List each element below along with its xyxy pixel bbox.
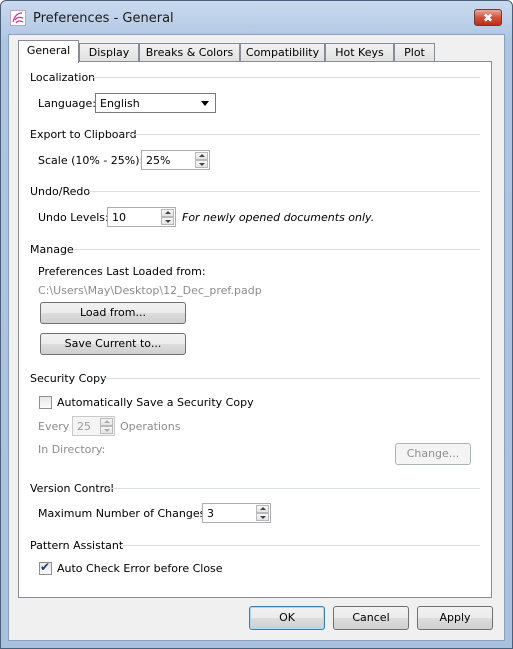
security-heading: Security Copy bbox=[30, 372, 107, 385]
spin-up-icon[interactable] bbox=[195, 152, 208, 160]
tab-label: Breaks & Colors bbox=[145, 46, 234, 59]
max-changesets-label: Maximum Number of Changesets bbox=[38, 507, 223, 520]
undo-levels-stepper[interactable]: 10 bbox=[107, 207, 176, 227]
section-divider bbox=[73, 249, 480, 250]
section-divider bbox=[89, 191, 480, 192]
tab-display[interactable]: Display bbox=[79, 43, 139, 62]
undo-levels-label: Undo Levels: bbox=[38, 211, 109, 224]
tab-label: General bbox=[26, 44, 71, 57]
section-divider bbox=[106, 488, 480, 489]
max-changesets-stepper[interactable]: 3 bbox=[202, 503, 271, 523]
directory-label: In Directory: bbox=[38, 443, 106, 456]
every-stepper[interactable]: 25 bbox=[72, 416, 115, 436]
localization-heading: Localization bbox=[30, 71, 96, 84]
export-heading: Export to Clipboard bbox=[30, 128, 137, 141]
section-divider bbox=[104, 378, 480, 379]
pattern-heading: Pattern Assistant bbox=[30, 539, 124, 552]
language-value: English bbox=[100, 97, 140, 110]
tab-breaks-colors[interactable]: Breaks & Colors bbox=[139, 43, 240, 62]
change-directory-button[interactable]: Change... bbox=[395, 443, 471, 465]
tab-label: Display bbox=[88, 46, 130, 59]
auto-check-label: Auto Check Error before Close bbox=[57, 562, 223, 575]
spin-up-icon[interactable] bbox=[100, 418, 113, 426]
cancel-button[interactable]: Cancel bbox=[333, 606, 409, 630]
save-current-button[interactable]: Save Current to... bbox=[40, 333, 186, 355]
section-divider bbox=[90, 77, 480, 78]
auto-save-checkbox[interactable] bbox=[39, 396, 52, 409]
tab-compatibility[interactable]: Compatibility bbox=[240, 43, 325, 62]
tab-label: Hot Keys bbox=[335, 46, 384, 59]
scale-label: Scale (10% - 25%): bbox=[38, 154, 144, 167]
load-from-button[interactable]: Load from... bbox=[40, 302, 186, 324]
spin-down-icon[interactable] bbox=[100, 426, 113, 434]
tab-label: Compatibility bbox=[245, 46, 320, 59]
spin-up-icon[interactable] bbox=[161, 209, 174, 217]
spin-down-icon[interactable] bbox=[256, 513, 269, 521]
title-bar[interactable]: Preferences - General ✖ bbox=[1, 1, 512, 35]
every-value: 25 bbox=[77, 420, 91, 433]
window-title: Preferences - General bbox=[33, 11, 174, 26]
tab-label: Plot bbox=[404, 46, 425, 59]
section-divider bbox=[127, 134, 480, 135]
auto-save-label: Automatically Save a Security Copy bbox=[57, 396, 254, 409]
undo-note: For newly opened documents only. bbox=[182, 211, 375, 224]
loaded-path: C:\Users\May\Desktop\12_Dec_pref.padp bbox=[38, 284, 262, 297]
loaded-from-label: Preferences Last Loaded from: bbox=[38, 265, 206, 278]
checkmark-icon: ✔ bbox=[40, 560, 51, 574]
close-icon: ✖ bbox=[482, 11, 494, 25]
app-flower-icon bbox=[10, 10, 26, 26]
scale-stepper[interactable]: 25% bbox=[141, 150, 210, 170]
undo-heading: Undo/Redo bbox=[30, 185, 91, 198]
max-changesets-value: 3 bbox=[207, 507, 214, 520]
spin-down-icon[interactable] bbox=[161, 217, 174, 225]
spin-up-icon[interactable] bbox=[256, 505, 269, 513]
section-divider bbox=[118, 545, 480, 546]
apply-button[interactable]: Apply bbox=[417, 606, 493, 630]
language-label: Language: bbox=[38, 97, 96, 110]
language-dropdown[interactable]: English bbox=[95, 93, 216, 113]
undo-levels-value: 10 bbox=[112, 211, 126, 224]
version-heading: Version Control bbox=[30, 482, 114, 495]
tab-plot[interactable]: Plot bbox=[394, 43, 435, 62]
close-button[interactable]: ✖ bbox=[474, 9, 502, 26]
ok-button[interactable]: OK bbox=[249, 606, 325, 630]
tab-general[interactable]: General bbox=[18, 40, 79, 63]
every-label: Every bbox=[38, 420, 70, 433]
spin-down-icon[interactable] bbox=[195, 160, 208, 168]
tab-hot-keys[interactable]: Hot Keys bbox=[325, 43, 394, 62]
manage-heading: Manage bbox=[30, 243, 74, 256]
scale-value: 25% bbox=[146, 154, 171, 167]
auto-check-checkbox[interactable]: ✔ bbox=[39, 560, 52, 575]
operations-label: Operations bbox=[120, 420, 181, 433]
chevron-down-icon bbox=[201, 101, 209, 106]
